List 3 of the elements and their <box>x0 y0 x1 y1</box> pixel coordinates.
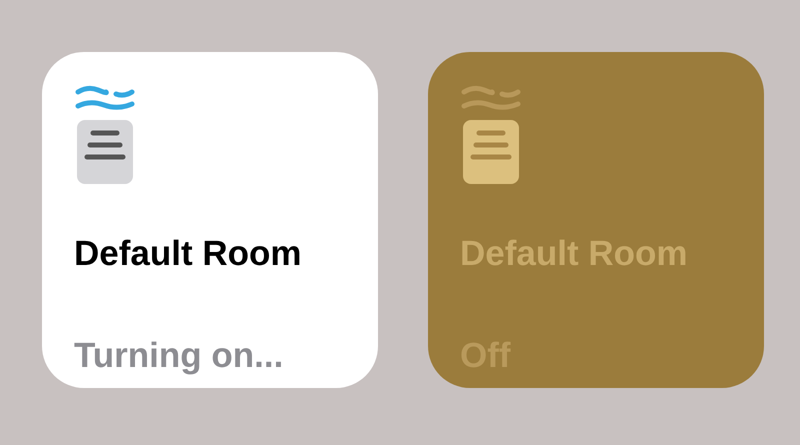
room-name: Default Room <box>74 234 302 274</box>
accessory-tile[interactable]: Default Room Turning on... <box>42 52 378 388</box>
status-text: Turning on... <box>74 336 284 376</box>
